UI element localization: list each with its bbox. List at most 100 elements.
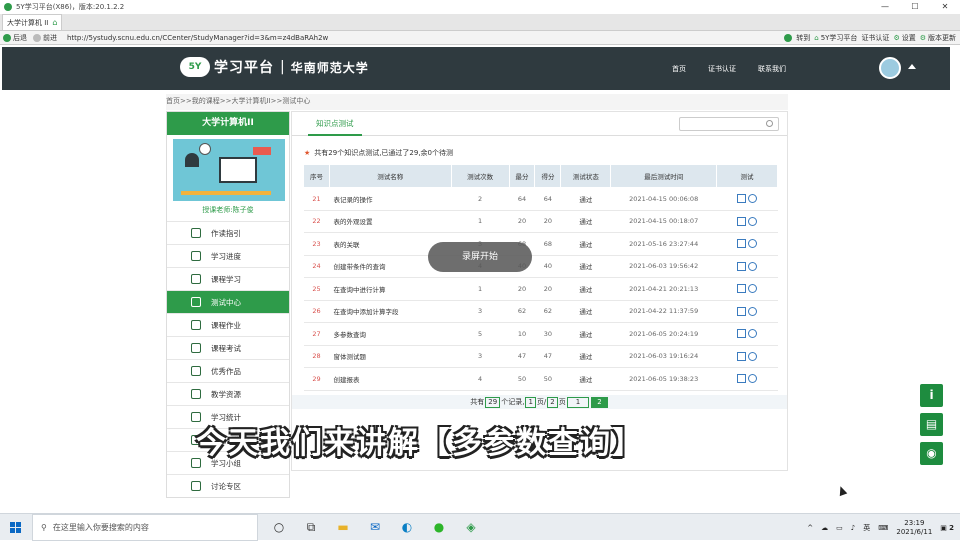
certificate-link[interactable]: 证书认证 [861,33,889,43]
test-status: 通过 [560,345,611,368]
network-icon[interactable]: ▭ [836,524,843,532]
test-status: 通过 [560,187,611,211]
test-count: 5 [451,322,510,346]
maximize-icon[interactable]: ☐ [900,0,930,14]
test-name[interactable]: 表记录的操作 [329,187,452,211]
minimize-icon[interactable]: — [870,0,900,14]
user-avatar[interactable] [879,57,901,79]
retest-icon[interactable] [748,239,758,249]
taskbar-search-input[interactable]: ⚲ 在这里输入你要搜索的内容 [32,513,258,541]
test-name[interactable]: 多参数查询 [329,322,452,346]
volume-icon[interactable]: ♪ [851,524,855,532]
sidebar-item-exam[interactable]: 课程考试 [167,336,289,359]
test-summary: ★ 共有29个知识点测试,已通过了29,余0个待测 [304,149,453,157]
test-detail-icon[interactable] [737,239,747,249]
test-detail-icon[interactable] [737,194,747,204]
chevron-up-icon[interactable]: ^ [807,524,813,532]
back-button[interactable]: 后退 [3,33,27,43]
5y-app-icon[interactable]: ◈ [458,516,484,538]
clipboard-icon[interactable]: ▤ [920,413,943,436]
home-icon: ⌂ [814,34,819,42]
table-row: 25 在查询中进行计算 1 20 20 通过 2021-04-21 20:21:13 [303,277,778,301]
update-button[interactable]: ⚙ 版本更新 [920,33,956,43]
platform-link[interactable]: ⌂ 5Y学习平台 [814,33,857,43]
retest-icon[interactable] [748,216,758,226]
sidebar-item-works[interactable]: 优秀作品 [167,359,289,382]
windows-start-icon[interactable] [0,514,32,541]
sidebar-item-discuss[interactable]: 讨论专区 [167,474,289,497]
test-detail-icon[interactable] [737,284,747,294]
retest-icon[interactable] [748,374,758,384]
score: 20 [534,277,561,301]
sidebar-item-homework[interactable]: 课程作业 [167,313,289,336]
teacher-link[interactable]: 授课老师:陈子俊 [167,205,289,215]
notification-icon[interactable]: ▣ 2 [940,524,954,532]
last-test-time: 2021-06-05 20:24:19 [610,322,717,346]
site-logo[interactable]: 5Y 学习平台 | 华南师范大学 [180,57,369,77]
test-detail-icon[interactable] [737,306,747,316]
qq-icon[interactable]: ◉ [920,442,943,465]
mail-icon[interactable]: ✉ [362,516,388,538]
main-panel: 知识点测试 ★ 共有29个知识点测试,已通过了29,余0个待测 序号 测试名称 测… [291,111,788,471]
last-test-time: 2021-04-15 00:18:07 [610,210,717,233]
row-actions [716,187,778,211]
sidebar-item-test-center[interactable]: 测试中心 [167,290,289,313]
cloud-icon[interactable]: ☁ [821,524,828,532]
wechat-icon[interactable]: ● [426,516,452,538]
site-title: 学习平台 [214,60,274,76]
max-score: 20 [509,277,535,301]
test-detail-icon[interactable] [737,351,747,361]
test-name[interactable]: 创建报表 [329,367,452,391]
info-icon[interactable]: i [920,384,943,407]
test-status: 通过 [560,277,611,301]
score: 30 [534,322,561,346]
test-name[interactable]: 在查询中添加计算字段 [329,300,452,323]
test-name[interactable]: 窗体测试题 [329,345,452,368]
search-icon[interactable] [766,120,773,127]
retest-icon[interactable] [748,284,758,294]
test-name[interactable]: 在查询中进行计算 [329,277,452,301]
url-field[interactable]: http://5ystudy.scnu.edu.cn/CCenter/Study… [67,34,328,42]
edge-icon[interactable]: ◐ [394,516,420,538]
test-detail-icon[interactable] [737,329,747,339]
breadcrumb[interactable]: 首页>>我的课程>>大学计算机II>>测试中心 [166,96,310,106]
test-detail-icon[interactable] [737,216,747,226]
column-header: 序号 [303,164,330,188]
test-detail-icon[interactable] [737,374,747,384]
task-view-icon[interactable]: ⧉ [298,516,324,538]
taskbar-clock[interactable]: 23:19 2021/6/11 [896,519,932,537]
keyboard-icon[interactable]: ⌨ [878,524,888,532]
go-button[interactable]: 转到 [784,33,810,43]
file-explorer-icon[interactable]: ▬ [330,516,356,538]
retest-icon[interactable] [748,306,758,316]
sidebar-item-resources[interactable]: 教学资源 [167,382,289,405]
sidebar-item-progress[interactable]: 学习进度 [167,244,289,267]
close-icon[interactable]: ✕ [930,0,960,14]
course-illustration [173,139,285,201]
home-icon[interactable]: ⌂ [52,18,57,27]
test-name[interactable]: 表的外观设置 [329,210,452,233]
page-current-button[interactable]: 2 [591,397,608,408]
header-nav: 首页 证书认证 联系我们 [672,47,786,90]
caret-up-icon[interactable] [908,64,916,69]
browser-tab[interactable]: 大学计算机 II ⌂ [2,14,63,30]
search-input[interactable] [679,117,779,131]
settings-button[interactable]: ⚙ 设置 [893,33,915,43]
retest-icon[interactable] [748,194,758,204]
cortana-icon[interactable]: ○ [266,516,292,538]
retest-icon[interactable] [748,351,758,361]
retest-icon[interactable] [748,329,758,339]
row-actions [716,277,778,301]
nav-contact[interactable]: 联系我们 [758,64,786,74]
pagination: 共有 29 个记录, 1 页/2 页 1 2 [292,395,787,409]
page-input[interactable]: 1 [566,397,590,408]
nav-certificate[interactable]: 证书认证 [708,64,736,74]
retest-icon[interactable] [748,261,758,271]
test-detail-icon[interactable] [737,261,747,271]
sidebar-item-guide[interactable]: 作读指引 [167,221,289,244]
tab-knowledge-test[interactable]: 知识点测试 [308,112,362,136]
forward-button[interactable]: 前进 [33,33,57,43]
ime-indicator[interactable]: 英 [863,523,870,533]
nav-home[interactable]: 首页 [672,64,686,74]
sidebar-item-study[interactable]: 课程学习 [167,267,289,290]
